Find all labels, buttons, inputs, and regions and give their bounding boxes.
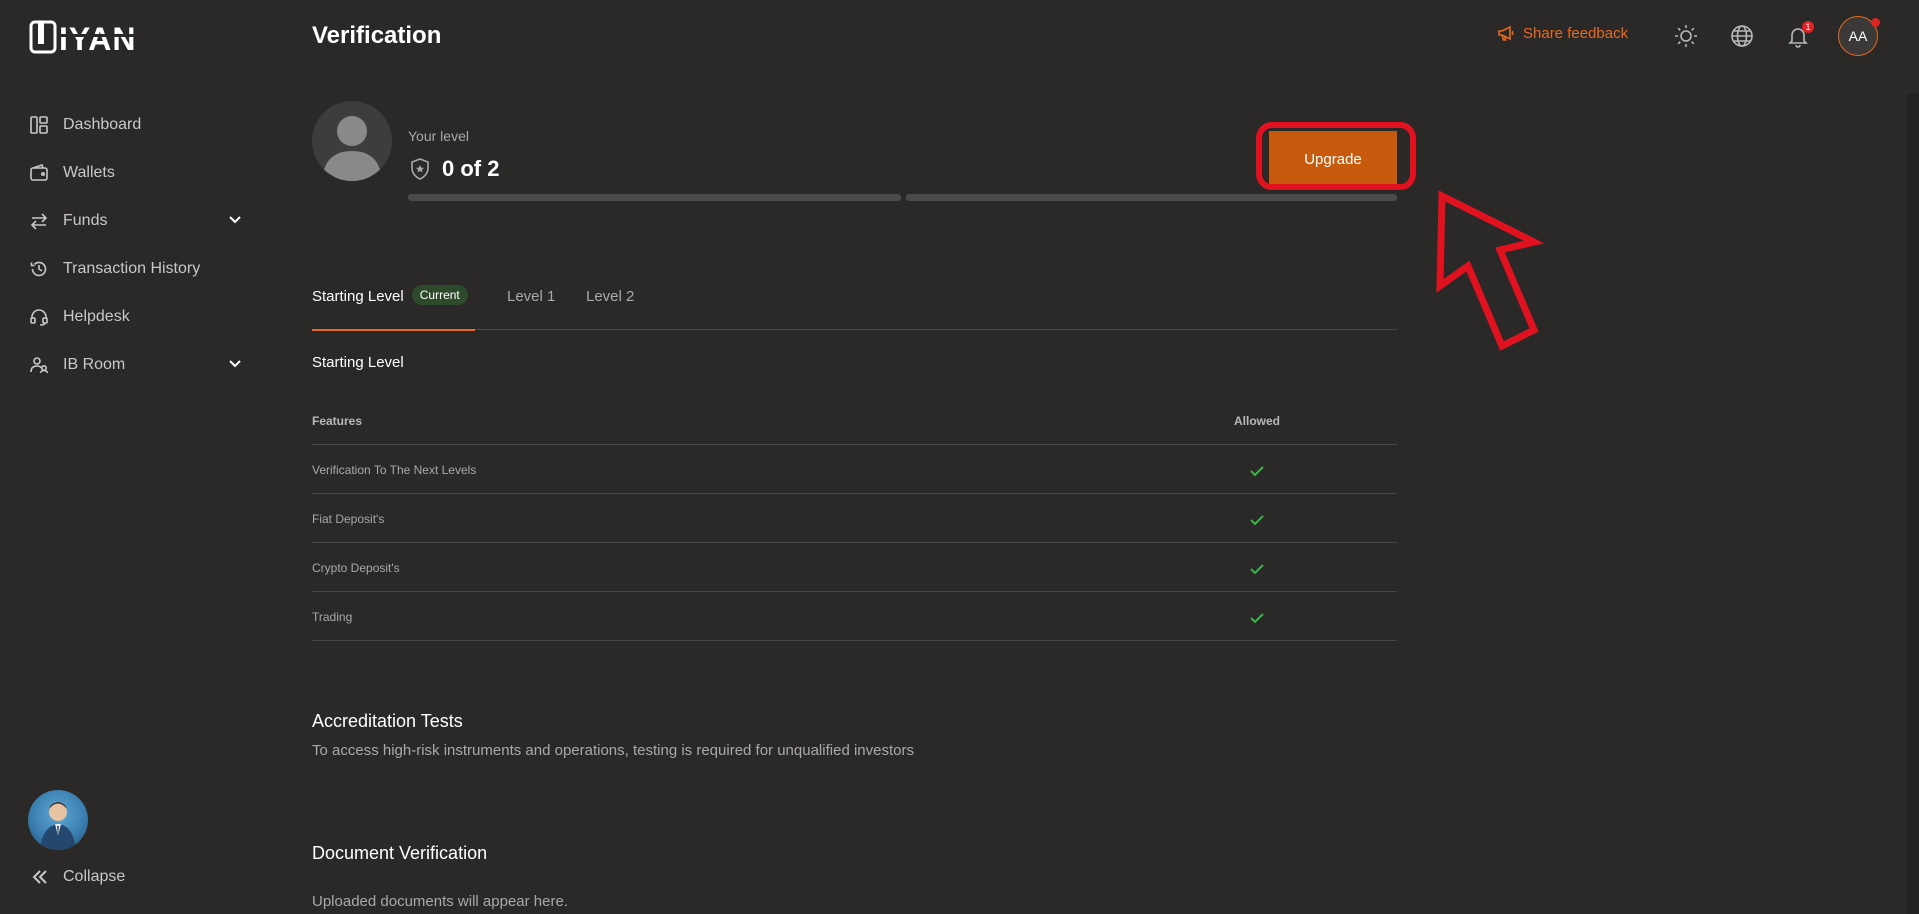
features-table: Features Allowed Verification To The Nex… bbox=[312, 396, 1397, 641]
accreditation-description: To access high-risk instruments and oper… bbox=[312, 742, 914, 759]
megaphone-icon bbox=[1498, 25, 1514, 41]
shield-star-icon bbox=[411, 158, 429, 180]
pointer-arrow-annotation bbox=[1436, 190, 1545, 351]
accreditation-title: Accreditation Tests bbox=[312, 711, 463, 731]
level-tabs: Starting Level Current Level 1 Level 2 bbox=[312, 285, 1397, 331]
page-title: Verification bbox=[312, 22, 442, 49]
user-initials: AA bbox=[1848, 28, 1868, 44]
headset-icon bbox=[29, 307, 49, 327]
table-header-row: Features Allowed bbox=[312, 396, 1397, 445]
sidebar-item-helpdesk[interactable]: Helpdesk bbox=[29, 300, 249, 334]
dashboard-icon bbox=[29, 115, 49, 135]
column-header-features: Features bbox=[312, 414, 363, 428]
column-header-allowed: Allowed bbox=[1233, 414, 1280, 428]
sidebar-item-ib-room[interactable]: IB Room bbox=[29, 348, 249, 382]
tab-level-2[interactable]: Level 2 bbox=[586, 288, 634, 329]
feature-name: Crypto Deposit's bbox=[312, 561, 400, 575]
level-progress-segment-1 bbox=[408, 194, 901, 201]
transfer-icon bbox=[29, 211, 49, 231]
level-value: 0 of 2 bbox=[408, 156, 499, 182]
feature-name: Fiat Deposit's bbox=[312, 512, 385, 526]
feature-name: Verification To The Next Levels bbox=[312, 463, 477, 477]
checkmark-icon bbox=[1250, 466, 1264, 477]
sidebar-item-transaction-history[interactable]: Transaction History bbox=[29, 252, 249, 286]
chevron-down-icon[interactable] bbox=[227, 356, 243, 372]
sidebar-item-label: Transaction History bbox=[63, 260, 201, 277]
table-row: Crypto Deposit's bbox=[312, 543, 1397, 592]
checkmark-icon bbox=[1250, 515, 1264, 526]
globe-icon[interactable] bbox=[1730, 24, 1754, 48]
tab-label: Level 2 bbox=[586, 288, 635, 305]
collapse-button[interactable]: Collapse bbox=[31, 868, 125, 886]
table-row: Verification To The Next Levels bbox=[312, 445, 1397, 494]
wallet-icon bbox=[29, 163, 49, 183]
history-icon bbox=[29, 259, 49, 279]
tab-label: Starting Level bbox=[312, 288, 404, 305]
starting-level-title: Starting Level bbox=[312, 354, 404, 371]
upgrade-button[interactable]: Upgrade bbox=[1269, 131, 1397, 187]
checkmark-icon bbox=[1250, 613, 1264, 624]
document-verification-title: Document Verification bbox=[312, 843, 488, 863]
user-status-dot bbox=[1871, 18, 1880, 27]
profile-photo-avatar[interactable] bbox=[28, 790, 88, 850]
level-label: Your level bbox=[408, 128, 469, 144]
sidebar-item-label: IB Room bbox=[63, 356, 126, 373]
sidebar-item-label: Dashboard bbox=[63, 116, 142, 133]
sidebar-item-wallets[interactable]: Wallets bbox=[29, 156, 249, 190]
sidebar-item-label: Helpdesk bbox=[63, 308, 130, 325]
people-icon bbox=[29, 355, 49, 375]
level-avatar bbox=[312, 101, 392, 181]
current-badge: Current bbox=[411, 285, 468, 305]
sidebar-item-dashboard[interactable]: Dashboard bbox=[29, 108, 249, 142]
document-verification-description: Uploaded documents will appear here. bbox=[312, 893, 568, 910]
chevron-down-icon[interactable] bbox=[227, 212, 243, 228]
liyan-logo: IYAN bbox=[29, 20, 169, 54]
share-feedback-button[interactable]: Share feedback bbox=[1497, 24, 1628, 42]
sidebar-item-label: Wallets bbox=[63, 164, 115, 181]
tab-level-1[interactable]: Level 1 bbox=[507, 288, 555, 329]
level-progress-segment-2 bbox=[906, 194, 1397, 201]
table-row: Fiat Deposit's bbox=[312, 494, 1397, 543]
tab-starting-level[interactable]: Starting Level Current bbox=[312, 285, 475, 331]
feature-name: Trading bbox=[312, 610, 353, 624]
notification-count-badge: 1 bbox=[1802, 21, 1814, 33]
collapse-label: Collapse bbox=[63, 868, 126, 885]
share-feedback-label: Share feedback bbox=[1523, 24, 1629, 42]
table-row: Trading bbox=[312, 592, 1397, 641]
sun-icon[interactable] bbox=[1674, 24, 1698, 48]
sidebar-item-funds[interactable]: Funds bbox=[29, 204, 249, 238]
checkmark-icon bbox=[1250, 564, 1264, 575]
tab-label: Level 1 bbox=[507, 288, 556, 305]
scrollbar[interactable] bbox=[1907, 94, 1919, 914]
level-value-text: 0 of 2 bbox=[442, 156, 500, 181]
double-chevron-left-icon bbox=[32, 870, 47, 884]
sidebar-item-label: Funds bbox=[63, 212, 108, 229]
svg-text:IYAN: IYAN bbox=[59, 21, 137, 54]
